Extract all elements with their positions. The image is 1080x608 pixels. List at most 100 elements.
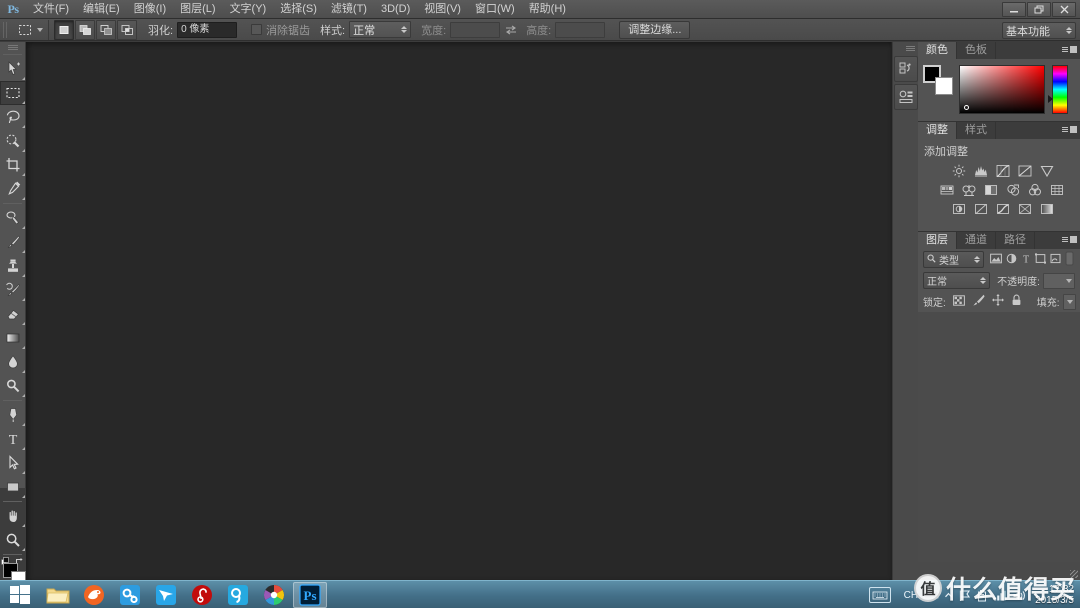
fill-input[interactable] xyxy=(1062,293,1076,310)
photo-filter-icon[interactable] xyxy=(1004,182,1021,197)
taskbar-maxthon-browser[interactable] xyxy=(77,582,111,608)
properties-panel-icon[interactable] xyxy=(894,84,918,110)
gradient-tool[interactable] xyxy=(0,326,26,350)
minimize-button[interactable] xyxy=(1002,2,1026,17)
color-lookup-icon[interactable] xyxy=(1048,182,1065,197)
dodge-tool[interactable] xyxy=(0,374,26,398)
clone-stamp-tool[interactable] xyxy=(0,254,26,278)
layers-list[interactable] xyxy=(918,312,1080,562)
lasso-tool[interactable] xyxy=(0,105,26,129)
tab-channels[interactable]: 通道 xyxy=(957,232,996,249)
rectangle-tool[interactable] xyxy=(0,475,26,499)
add-to-selection-button[interactable] xyxy=(75,19,95,40)
color-balance-icon[interactable] xyxy=(960,182,977,197)
color-ramp-field[interactable] xyxy=(959,65,1045,114)
curves-icon[interactable] xyxy=(994,163,1011,178)
adjustment-filter-icon[interactable] xyxy=(1006,253,1017,267)
taskbar-netease-music[interactable] xyxy=(185,582,219,608)
taskbar-clock[interactable]: 17:32 2015/3/5 xyxy=(1035,584,1074,606)
color-panel-background-swatch[interactable] xyxy=(935,77,953,95)
history-brush-tool[interactable] xyxy=(0,278,26,302)
close-button[interactable] xyxy=(1052,2,1076,17)
intersect-with-selection-button[interactable] xyxy=(117,19,137,40)
subtract-from-selection-button[interactable] xyxy=(96,19,116,40)
hand-tool[interactable] xyxy=(0,504,26,528)
show-hidden-icons-icon[interactable] xyxy=(944,591,953,600)
rectangular-marquee-tool[interactable] xyxy=(0,81,26,105)
menu-view[interactable]: 视图(V) xyxy=(417,0,468,19)
opacity-input[interactable] xyxy=(1042,272,1075,289)
vibrance-icon[interactable] xyxy=(1038,163,1055,178)
filter-toggle-switch[interactable] xyxy=(1064,251,1075,269)
menu-file[interactable]: 文件(F) xyxy=(26,0,76,19)
style-select[interactable]: 正常 xyxy=(349,21,412,38)
volume-icon[interactable] xyxy=(1012,589,1026,602)
menu-image[interactable]: 图像(I) xyxy=(127,0,173,19)
gradient-map-icon[interactable] xyxy=(1038,201,1055,216)
menu-window[interactable]: 窗口(W) xyxy=(468,0,522,19)
pixel-filter-icon[interactable] xyxy=(990,253,1002,267)
menu-edit[interactable]: 编辑(E) xyxy=(76,0,127,19)
menu-select[interactable]: 选择(S) xyxy=(273,0,324,19)
action-center-flag-icon[interactable] xyxy=(958,589,971,602)
usb-device-icon[interactable] xyxy=(976,589,988,602)
antialias-checkbox[interactable] xyxy=(251,24,263,35)
levels-icon[interactable] xyxy=(972,163,989,178)
taskbar-file-explorer[interactable] xyxy=(41,582,75,608)
black-white-icon[interactable] xyxy=(982,182,999,197)
menu-3d[interactable]: 3D(D) xyxy=(374,0,417,19)
tab-layers[interactable]: 图层 xyxy=(918,232,957,249)
tab-paths[interactable]: 路径 xyxy=(996,232,1035,249)
history-panel-icon[interactable] xyxy=(894,56,918,82)
tool-preset-picker[interactable] xyxy=(13,19,49,40)
refine-edge-button[interactable]: 调整边缘... xyxy=(619,20,691,39)
tab-adjustments[interactable]: 调整 xyxy=(918,122,957,139)
taskbar-foxmail[interactable] xyxy=(149,582,183,608)
rail-grip[interactable] xyxy=(893,42,918,54)
shape-filter-icon[interactable] xyxy=(1035,252,1046,267)
lock-transparent-pixels-icon[interactable] xyxy=(952,294,965,309)
taskbar-qq-messenger[interactable] xyxy=(221,582,255,608)
menu-type[interactable]: 文字(Y) xyxy=(223,0,274,19)
pen-tool[interactable] xyxy=(0,403,26,427)
feather-input[interactable]: 0 像素 xyxy=(177,21,238,38)
tools-panel-grip[interactable] xyxy=(0,42,25,52)
zoom-tool[interactable] xyxy=(0,528,26,552)
tab-styles[interactable]: 样式 xyxy=(957,122,996,139)
taskbar-photoshop[interactable]: Ps xyxy=(293,581,327,608)
lock-all-icon[interactable] xyxy=(1011,294,1022,309)
crop-tool[interactable] xyxy=(0,153,26,177)
path-selection-tool[interactable] xyxy=(0,451,26,475)
posterize-icon[interactable] xyxy=(972,201,989,216)
lock-image-pixels-icon[interactable] xyxy=(972,294,985,309)
network-signal-icon[interactable] xyxy=(993,589,1007,601)
move-tool[interactable] xyxy=(0,57,26,81)
quick-selection-tool[interactable] xyxy=(0,129,26,153)
menu-help[interactable]: 帮助(H) xyxy=(522,0,573,19)
layer-filter-select[interactable]: 类型 xyxy=(923,251,984,268)
ime-toolbar-icon[interactable] xyxy=(923,589,939,601)
canvas-workspace[interactable] xyxy=(26,42,892,580)
threshold-icon[interactable] xyxy=(994,201,1011,216)
new-selection-button[interactable] xyxy=(54,19,74,40)
spot-healing-brush-tool[interactable] xyxy=(0,206,26,230)
tab-swatches[interactable]: 色板 xyxy=(957,42,996,59)
adjustments-panel-menu-icon[interactable] xyxy=(1062,126,1077,133)
taskbar-photo-viewer[interactable] xyxy=(257,582,291,608)
input-method-indicator[interactable]: CH xyxy=(904,590,918,601)
height-input[interactable] xyxy=(555,21,606,38)
hue-saturation-icon[interactable] xyxy=(938,182,955,197)
options-bar-grip[interactable] xyxy=(3,21,9,38)
layers-panel-menu-icon[interactable] xyxy=(1062,236,1077,243)
invert-icon[interactable] xyxy=(950,201,967,216)
eraser-tool[interactable] xyxy=(0,302,26,326)
panel-resize-grip[interactable] xyxy=(1070,570,1078,578)
workspace-selector[interactable]: 基本功能 xyxy=(1002,22,1076,39)
type-tool[interactable]: T xyxy=(0,427,26,451)
tab-color[interactable]: 颜色 xyxy=(918,42,957,59)
eyedropper-tool[interactable] xyxy=(0,177,26,201)
taskbar-thunder-download[interactable] xyxy=(113,582,147,608)
lock-position-icon[interactable] xyxy=(991,294,1004,309)
brush-tool[interactable] xyxy=(0,230,26,254)
smart-object-filter-icon[interactable] xyxy=(1050,253,1061,267)
